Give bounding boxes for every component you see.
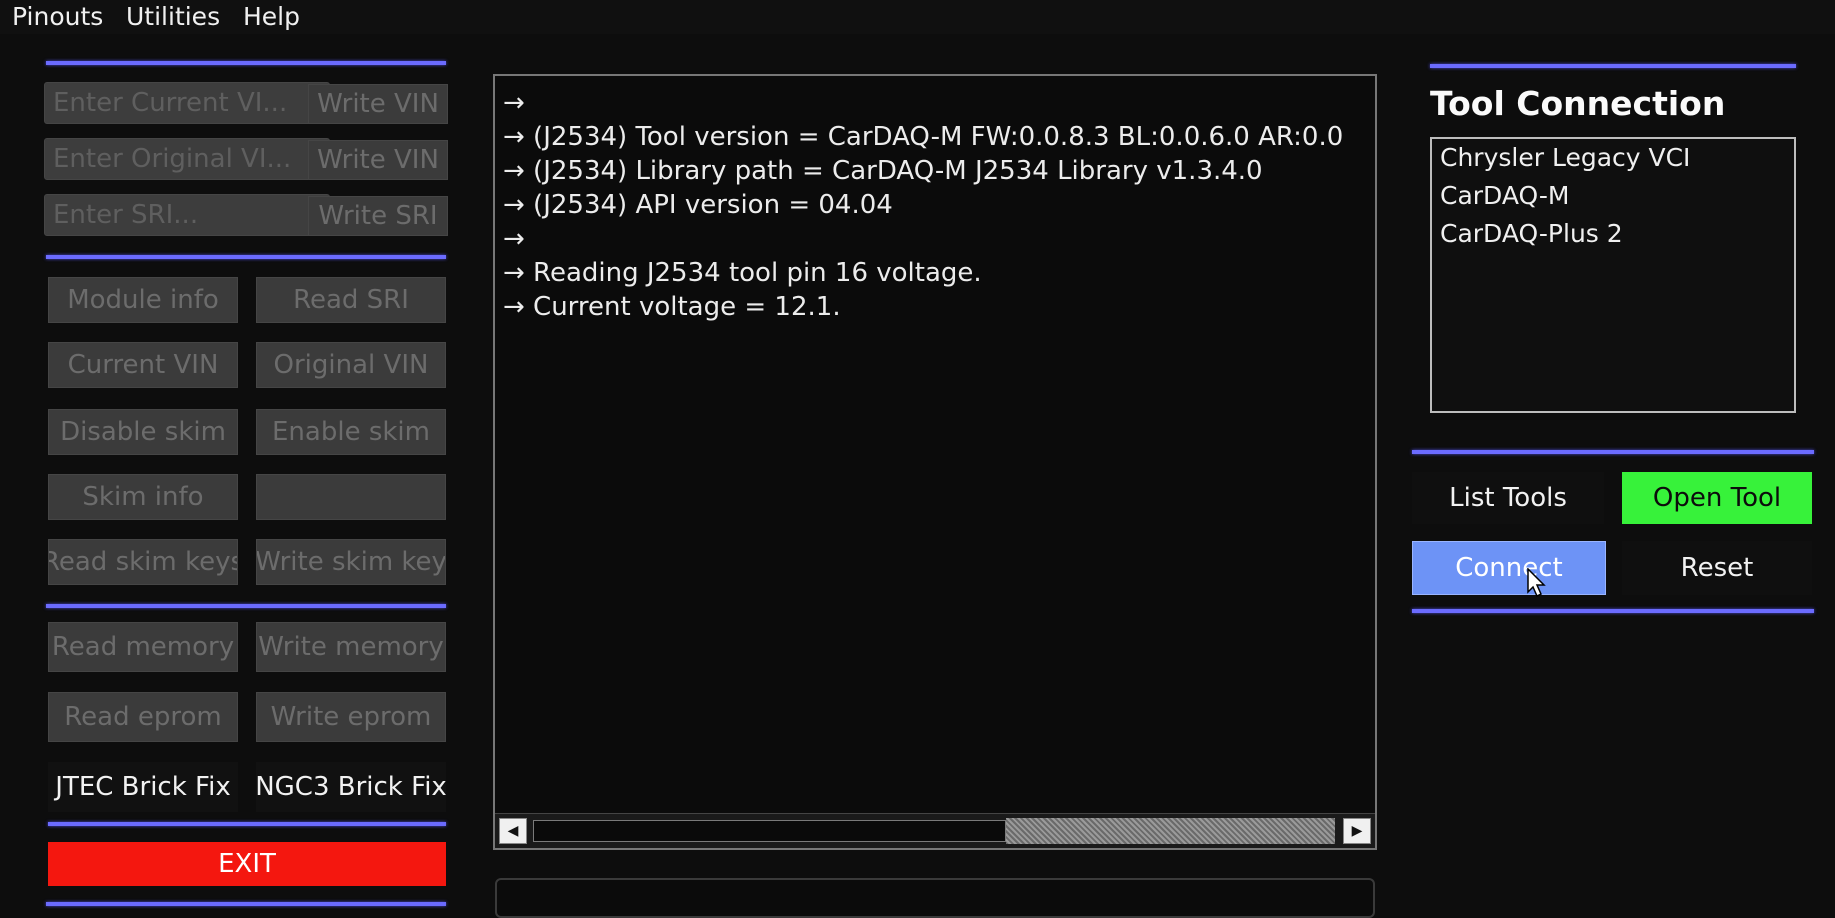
read-skim-keys-button[interactable]: Read skim keys xyxy=(48,539,238,585)
scroll-track[interactable] xyxy=(533,818,1335,844)
original-vin-input[interactable]: Enter Original VI... xyxy=(44,138,330,180)
log-line: → (J2534) Library path = CarDAQ-M J2534 … xyxy=(503,156,1263,186)
current-vin-input[interactable]: Enter Current VI... xyxy=(44,82,330,124)
write-current-vin-button[interactable]: Write VIN xyxy=(308,84,448,124)
log-line: → xyxy=(503,224,525,254)
disable-skim-button[interactable]: Disable skim xyxy=(48,409,238,455)
status-field[interactable] xyxy=(495,878,1375,918)
read-sri-button[interactable]: Read SRI xyxy=(256,277,446,323)
scroll-right-icon[interactable]: ▶ xyxy=(1343,818,1371,844)
tool-list[interactable]: Chrysler Legacy VCI CarDAQ-M CarDAQ-Plus… xyxy=(1430,137,1796,413)
menu-help[interactable]: Help xyxy=(243,2,300,31)
write-memory-button[interactable]: Write memory xyxy=(256,622,446,672)
log-lines: → → (J2534) Tool version = CarDAQ-M FW:0… xyxy=(503,86,1363,324)
module-info-button[interactable]: Module info xyxy=(48,277,238,323)
log-line: → xyxy=(503,88,525,118)
write-original-vin-button[interactable]: Write VIN xyxy=(308,140,448,180)
separator xyxy=(46,61,446,65)
log-line: → (J2534) API version = 04.04 xyxy=(503,190,893,220)
tool-list-item[interactable]: Chrysler Legacy VCI xyxy=(1432,139,1794,177)
mouse-cursor-icon xyxy=(1527,568,1546,598)
write-sri-button[interactable]: Write SRI xyxy=(308,196,448,236)
log-line: → Reading J2534 tool pin 16 voltage. xyxy=(503,258,982,288)
skim-info-button[interactable]: Skim info xyxy=(48,474,238,520)
enable-skim-button[interactable]: Enable skim xyxy=(256,409,446,455)
log-line: → Current voltage = 12.1. xyxy=(503,292,841,322)
horizontal-scrollbar[interactable]: ◀ ▶ xyxy=(495,813,1375,848)
menu-pinouts[interactable]: Pinouts xyxy=(12,2,103,31)
separator xyxy=(1412,450,1814,454)
log-line: → (J2534) Tool version = CarDAQ-M FW:0.0… xyxy=(503,122,1344,152)
log-output[interactable]: → → (J2534) Tool version = CarDAQ-M FW:0… xyxy=(493,74,1377,850)
reset-button[interactable]: Reset xyxy=(1622,541,1812,595)
scroll-thumb[interactable] xyxy=(533,820,1006,842)
blank-button[interactable] xyxy=(256,474,446,520)
tool-list-item[interactable]: CarDAQ-M xyxy=(1432,177,1794,215)
ngc3-brick-fix-button[interactable]: NGC3 Brick Fix xyxy=(256,762,446,812)
open-tool-button[interactable]: Open Tool xyxy=(1622,472,1812,524)
separator xyxy=(1412,609,1814,613)
current-vin-button[interactable]: Current VIN xyxy=(48,342,238,388)
read-eprom-button[interactable]: Read eprom xyxy=(48,692,238,742)
tool-connection-title: Tool Connection xyxy=(1430,84,1726,123)
separator xyxy=(46,604,446,608)
menu-bar: Pinouts Utilities Help xyxy=(0,0,1835,34)
connect-button[interactable]: Connect xyxy=(1412,541,1606,595)
separator xyxy=(46,902,446,906)
scroll-track-remainder xyxy=(1006,818,1335,844)
sri-input[interactable]: Enter SRI... xyxy=(44,194,330,236)
menu-utilities[interactable]: Utilities xyxy=(126,2,220,31)
read-memory-button[interactable]: Read memory xyxy=(48,622,238,672)
exit-button[interactable]: EXIT xyxy=(48,842,446,886)
original-vin-button[interactable]: Original VIN xyxy=(256,342,446,388)
write-skim-key-button[interactable]: Write skim key xyxy=(256,539,446,585)
scroll-left-icon[interactable]: ◀ xyxy=(499,818,527,844)
left-panel: Enter Current VI... Write VIN Enter Orig… xyxy=(38,58,452,912)
separator xyxy=(46,255,446,259)
jtec-brick-fix-button[interactable]: JTEC Brick Fix xyxy=(48,762,238,812)
write-eprom-button[interactable]: Write eprom xyxy=(256,692,446,742)
tool-list-item[interactable]: CarDAQ-Plus 2 xyxy=(1432,215,1794,253)
list-tools-button[interactable]: List Tools xyxy=(1412,472,1604,524)
separator xyxy=(48,822,446,826)
separator xyxy=(1430,64,1796,68)
